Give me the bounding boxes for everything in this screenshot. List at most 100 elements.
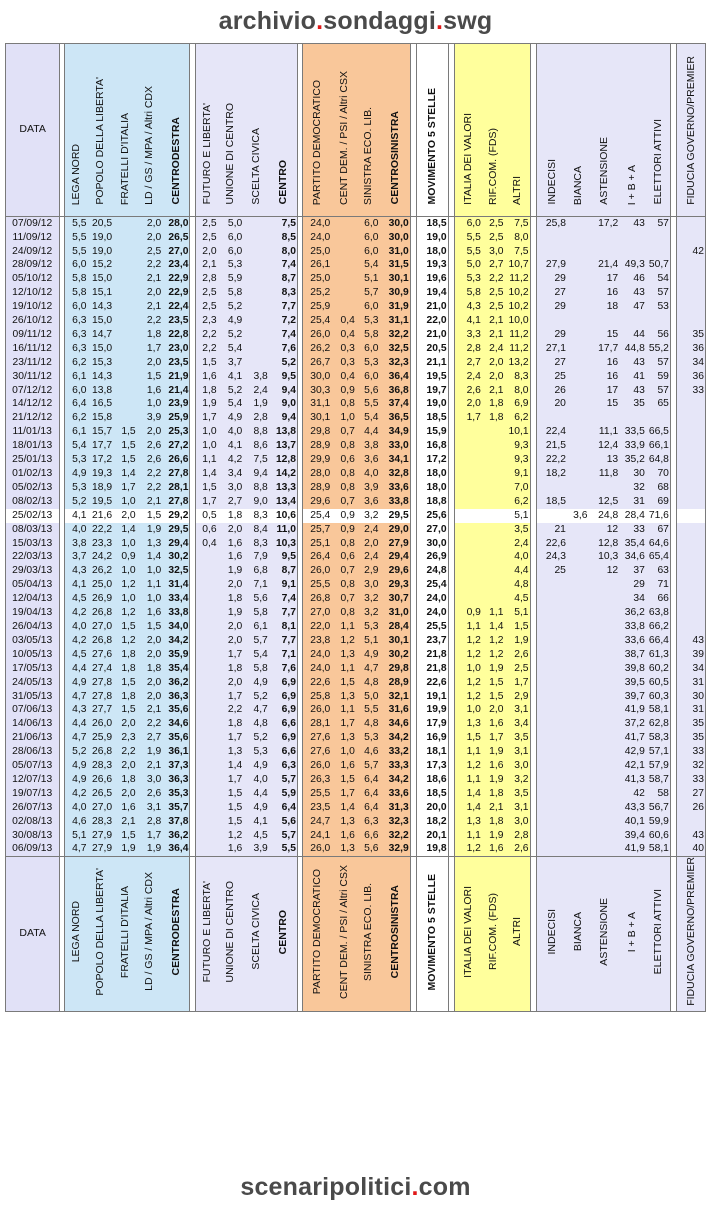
value-cell: 4,2 — [64, 786, 88, 801]
value-cell: 33,6 — [619, 633, 646, 648]
value-cell: 2,7 — [217, 494, 244, 509]
column-header-label: CENTROSINISTRA — [388, 885, 401, 979]
column-header: RIF.COM. (FDS) — [481, 856, 505, 1013]
value-cell: 2,5 — [481, 230, 505, 245]
value-cell: 27 — [676, 786, 706, 801]
value-cell: 10,6 — [268, 508, 298, 523]
value-cell: 2,1 — [136, 494, 163, 509]
value-cell — [194, 550, 218, 565]
value-cell: 25,9 — [302, 300, 332, 315]
value-cell: 5,7 — [268, 772, 298, 787]
date-cell: 19/10/12 — [4, 300, 61, 315]
value-cell: 22,2 — [87, 522, 114, 537]
value-cell — [676, 286, 706, 301]
value-cell: 3,2 — [504, 772, 531, 787]
value-cell: 60,3 — [645, 689, 671, 704]
value-cell: 1,0 — [136, 397, 163, 412]
value-cell: 0,7 — [331, 592, 356, 607]
value-cell: 44 — [619, 327, 646, 342]
value-cell: 2,5 — [481, 286, 505, 301]
date-cell: 14/12/12 — [4, 397, 61, 412]
value-cell: 2,9 — [355, 564, 380, 579]
value-cell: 27,8 — [87, 675, 114, 690]
value-cell: 2,4 — [243, 383, 269, 398]
value-cell: 12 — [588, 564, 620, 579]
value-cell: 26,2 — [302, 341, 332, 356]
value-cell: 7,6 — [268, 661, 298, 676]
value-cell: 71 — [645, 578, 671, 593]
value-cell: 4,4 — [355, 425, 380, 440]
value-cell — [535, 230, 567, 245]
value-cell: 27,0 — [87, 800, 114, 815]
value-cell: 27,6 — [302, 745, 332, 760]
value-cell: 1,9 — [481, 772, 505, 787]
value-cell: 0,8 — [331, 467, 356, 481]
value-cell: 6,2 — [64, 355, 88, 370]
value-cell: 5,0 — [217, 216, 244, 231]
value-cell: 1,2 — [453, 842, 482, 858]
date-cell: 18/01/13 — [4, 439, 61, 454]
value-cell: 1,1 — [331, 619, 356, 634]
value-cell: 0,5 — [194, 508, 218, 523]
date-cell: 25/01/13 — [4, 453, 61, 467]
value-cell: 2,1 — [136, 300, 163, 315]
value-cell: 15 — [588, 397, 620, 412]
value-cell: 35,3 — [162, 786, 191, 801]
date-cell: 15/03/13 — [4, 536, 61, 551]
value-cell — [113, 314, 137, 328]
table-row: 31/05/13 4,7 27,8 1,8 2,0 36,3 1,7 5,2 6,9 25,8 1,… — [4, 689, 706, 704]
value-cell — [566, 842, 589, 858]
value-cell: 29,5 — [162, 522, 191, 537]
value-cell — [331, 244, 356, 259]
value-cell: 35,6 — [162, 703, 191, 718]
value-cell: 1,4 — [113, 467, 137, 481]
value-cell: 2,7 — [453, 355, 482, 370]
value-cell: 30,2 — [162, 550, 191, 565]
value-cell: 2,2 — [136, 717, 163, 732]
value-cell: 3,6 — [355, 453, 380, 467]
value-cell: 6,9 — [268, 703, 298, 718]
value-cell: 0,9 — [331, 508, 356, 523]
value-cell: 29,5 — [379, 508, 411, 523]
value-cell: 8,5 — [268, 230, 298, 245]
value-cell: 33,4 — [162, 592, 191, 607]
value-cell — [566, 341, 589, 356]
value-cell — [331, 258, 356, 273]
value-cell — [113, 244, 137, 259]
value-cell — [535, 411, 567, 426]
value-cell: 29,6 — [302, 494, 332, 509]
value-cell: 1,7 — [331, 717, 356, 732]
value-cell: 41,7 — [619, 731, 646, 746]
value-cell: 1,6 — [194, 369, 218, 384]
value-cell — [619, 314, 646, 328]
value-cell — [194, 633, 218, 648]
value-cell: 1,7 — [113, 480, 137, 495]
value-cell — [113, 383, 137, 398]
table-row: 24/05/13 4,9 27,8 1,5 2,0 36,2 2,0 4,9 6,9 22,6 1,… — [4, 675, 706, 690]
value-cell: 2,0 — [136, 216, 163, 231]
column-header: ALTRI — [504, 856, 531, 1013]
value-cell: 26,5 — [162, 230, 191, 245]
value-cell — [194, 731, 218, 746]
value-cell: 1,5 — [113, 828, 137, 843]
value-cell — [566, 439, 589, 454]
value-cell: 22,8 — [162, 327, 191, 342]
value-cell: 6,4 — [355, 772, 380, 787]
date-cell: 28/09/12 — [4, 258, 61, 273]
value-cell: 14,2 — [268, 467, 298, 481]
value-cell: 4,4 — [504, 564, 531, 579]
value-cell — [453, 467, 482, 481]
value-cell: 30,0 — [379, 230, 411, 245]
value-cell — [676, 550, 706, 565]
value-cell — [566, 369, 589, 384]
value-cell: 3,8 — [243, 369, 269, 384]
value-cell — [566, 258, 589, 273]
value-cell: 34,6 — [619, 550, 646, 565]
value-cell: 39 — [676, 647, 706, 662]
value-cell: 5,5 — [64, 244, 88, 259]
value-cell — [113, 341, 137, 356]
value-cell: 58,1 — [645, 703, 671, 718]
column-header-label: BIANCA — [571, 912, 584, 952]
date-cell: 05/02/13 — [4, 480, 61, 495]
value-cell: 22,0 — [415, 314, 449, 328]
